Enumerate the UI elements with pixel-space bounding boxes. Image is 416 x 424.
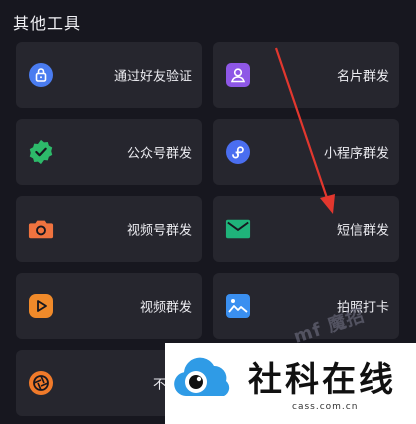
tool-label: 通过好友验证 [113, 69, 192, 85]
tool-label: 公众号群发 [126, 146, 192, 162]
mini-program-icon [225, 139, 251, 165]
contact-card-icon [225, 62, 251, 88]
tool-card-broadcast[interactable]: 名片群发 [213, 42, 399, 108]
verified-badge-icon [28, 139, 54, 165]
watermark-logo-icon [172, 350, 236, 406]
photo-icon [225, 293, 251, 319]
section-title: 其他工具 [13, 14, 82, 33]
tool-friend-verification[interactable]: 通过好友验证 [16, 42, 202, 108]
tool-video-broadcast[interactable]: 视频群发 [16, 273, 202, 339]
aperture-icon [28, 370, 54, 396]
tool-label: 小程序群发 [323, 146, 389, 162]
watermark-name: 社科在线 [248, 360, 396, 400]
camera-icon [28, 216, 54, 242]
tool-label: 视频号群发 [126, 223, 192, 239]
tool-label: 名片群发 [336, 69, 389, 85]
tool-mini-program-broadcast[interactable]: 小程序群发 [213, 119, 399, 185]
watermark-domain: cass.com.cn [292, 402, 359, 412]
tool-channels-broadcast[interactable]: 视频号群发 [16, 196, 202, 262]
tool-sms-broadcast[interactable]: 短信群发 [213, 196, 399, 262]
play-icon [28, 293, 54, 319]
tool-label: 视频群发 [139, 300, 192, 316]
envelope-icon [225, 216, 251, 242]
lock-icon [28, 62, 54, 88]
tool-official-account-broadcast[interactable]: 公众号群发 [16, 119, 202, 185]
tool-label: 短信群发 [336, 223, 389, 239]
